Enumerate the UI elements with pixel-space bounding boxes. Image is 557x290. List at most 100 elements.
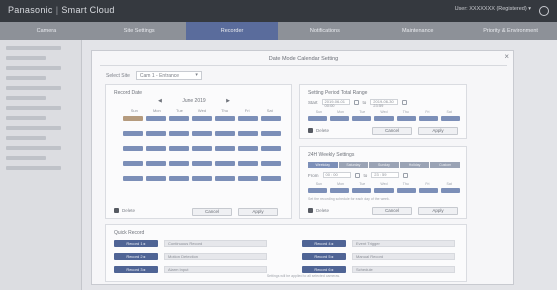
user-menu[interactable]: User: XXXXXXX (Registered) ▾ [455,6,531,12]
calendar-day-cell[interactable] [192,131,212,136]
quick-record-button[interactable]: Record 1 ▸ [114,240,158,247]
close-icon[interactable]: × [504,53,509,61]
calendar-day-cell[interactable] [169,161,189,166]
day-toggle[interactable] [330,116,350,121]
calendar-day-cell[interactable] [146,161,166,166]
clock-icon[interactable] [354,172,360,178]
sidebar-item[interactable] [6,86,61,90]
nav-tab[interactable]: Camera [0,22,93,40]
calendar-day-cell[interactable] [169,131,189,136]
calendar-day-cell[interactable] [146,131,166,136]
sidebar-item[interactable] [6,116,46,120]
calendar-day-cell[interactable] [169,116,189,121]
cancel-button[interactable]: Cancel [372,207,412,215]
quick-record-button[interactable]: Record 4 ▸ [302,240,346,247]
settings-icon[interactable] [539,6,549,16]
calendar-day-cell[interactable] [261,146,281,151]
sidebar-item[interactable] [6,106,61,110]
calendar-day-cell[interactable] [123,116,143,121]
cancel-button[interactable]: Cancel [192,208,232,216]
quick-record-field[interactable]: Schedule [352,266,455,273]
calendar-day-cell[interactable] [238,176,258,181]
brand-logo[interactable]: Panasonic | Smart Cloud [8,5,115,15]
calendar-day-cell[interactable] [123,176,143,181]
from-time-input[interactable]: 00 : 00 [322,172,351,178]
sidebar-item[interactable] [6,76,46,80]
day-toggle[interactable] [352,116,372,121]
calendar-day-cell[interactable] [261,176,281,181]
quick-record-field[interactable]: Event Trigger [352,240,455,247]
clock-icon[interactable] [403,172,409,178]
day-toggle[interactable] [352,188,372,193]
calendar-day-cell[interactable] [238,146,258,151]
day-toggle[interactable] [418,188,438,193]
calendar-day-cell[interactable] [215,116,235,121]
sidebar-item[interactable] [6,56,46,60]
sidebar-item[interactable] [6,136,46,140]
day-toggle[interactable] [374,188,394,193]
calendar-day-cell[interactable] [238,116,258,121]
nav-tab[interactable]: Priority & Environment [464,22,557,40]
day-toggle[interactable] [374,116,394,121]
calendar-day-cell[interactable] [192,161,212,166]
weekly-tab[interactable]: Holiday [399,162,430,168]
calendar-day-cell[interactable] [146,176,166,181]
calendar-day-cell[interactable] [261,131,281,136]
day-toggle[interactable] [440,188,460,193]
calendar-day-cell[interactable] [215,131,235,136]
calendar-day-cell[interactable] [215,146,235,151]
calendar-day-cell[interactable] [123,146,143,151]
calendar-day-cell[interactable] [169,176,189,181]
quick-record-field[interactable]: Manual Record [352,253,455,260]
quick-record-field[interactable]: Motion Detection [164,253,267,260]
sidebar-item[interactable] [6,46,61,50]
weekly-tab[interactable]: Sunday [369,162,399,168]
apply-button[interactable]: Apply [418,127,458,135]
weekly-tab[interactable]: Saturday [338,162,369,168]
calendar-day-cell[interactable] [192,176,212,181]
day-toggle[interactable] [330,188,350,193]
apply-button[interactable]: Apply [418,207,458,215]
cancel-button[interactable]: Cancel [372,127,412,135]
sidebar-item[interactable] [6,146,61,150]
calendar-day-cell[interactable] [261,116,281,121]
sidebar-item[interactable] [6,166,61,170]
sidebar-item[interactable] [6,156,46,160]
nav-tab[interactable]: Site Settings [93,22,186,40]
day-toggle[interactable] [440,116,460,121]
sidebar-item[interactable] [6,126,61,130]
period-start-input[interactable]: 2019-06-01 00:00 [321,99,350,108]
calendar-day-cell[interactable] [192,116,212,121]
delete-checkbox[interactable]: Delete [308,128,329,133]
quick-record-button[interactable]: Record 5 ▸ [302,253,346,260]
prev-month-button[interactable]: ◀ [158,98,162,104]
day-toggle[interactable] [396,116,416,121]
delete-checkbox[interactable]: Delete [308,208,329,213]
calendar-day-cell[interactable] [169,146,189,151]
delete-checkbox[interactable]: Delete [114,208,135,213]
quick-record-field[interactable]: Continuous Record [164,240,267,247]
calendar-icon[interactable] [402,99,408,105]
next-month-button[interactable]: ▶ [226,98,230,104]
calendar-day-cell[interactable] [123,161,143,166]
calendar-day-cell[interactable] [215,176,235,181]
to-time-input[interactable]: 23 : 59 [371,172,400,178]
calendar-day-cell[interactable] [146,146,166,151]
nav-tab[interactable]: Recorder [185,22,279,40]
sidebar-item[interactable] [6,66,61,70]
nav-tab[interactable]: Notifications [278,22,371,40]
day-toggle[interactable] [308,116,328,121]
day-toggle[interactable] [418,116,438,121]
calendar-day-cell[interactable] [238,161,258,166]
calendar-day-cell[interactable] [238,131,258,136]
sidebar-item[interactable] [6,96,46,100]
day-toggle[interactable] [396,188,416,193]
calendar-icon[interactable] [353,99,359,105]
site-select[interactable]: Cam 1 - Entrance ▾ [135,71,202,80]
calendar-day-cell[interactable] [192,146,212,151]
weekly-tab[interactable]: Custom [430,162,460,168]
weekly-tab[interactable]: Weekday [308,162,338,168]
quick-record-button[interactable]: Record 2 ▸ [114,253,158,260]
period-end-input[interactable]: 2019-06-30 23:59 [370,99,399,108]
apply-button[interactable]: Apply [238,208,278,216]
